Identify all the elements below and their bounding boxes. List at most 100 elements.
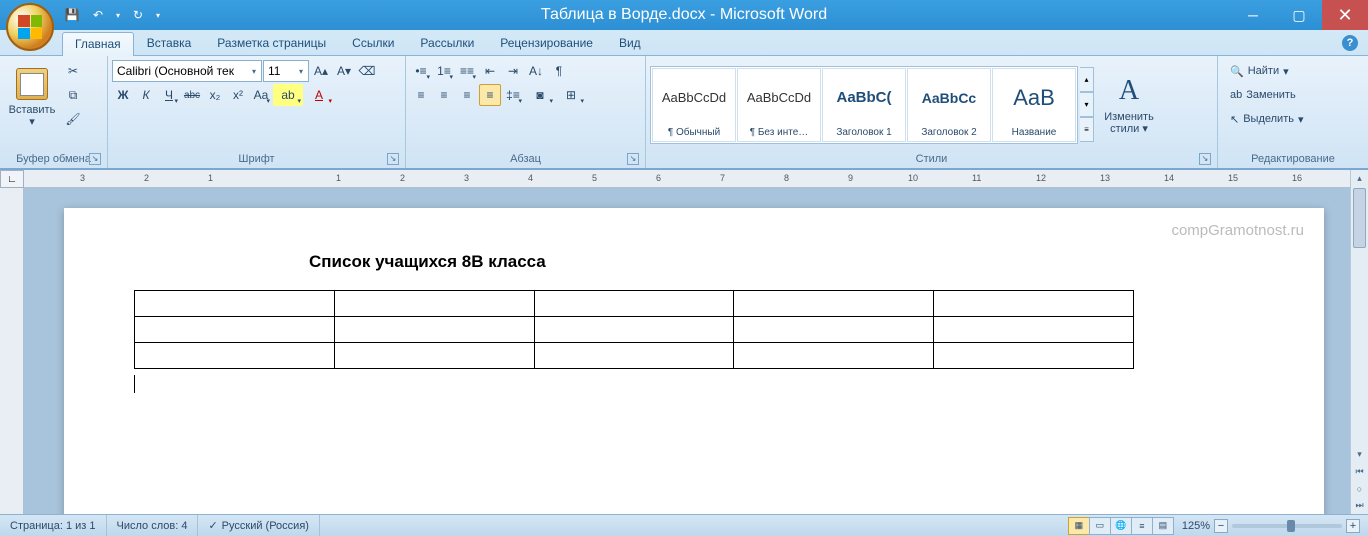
- status-words[interactable]: Число слов: 4: [107, 515, 199, 536]
- align-justify-icon[interactable]: ≡: [479, 84, 501, 106]
- scroll-down-icon[interactable]: ▾: [1351, 446, 1368, 463]
- highlight-button[interactable]: ab: [273, 84, 303, 106]
- tab-mailings[interactable]: Рассылки: [407, 31, 487, 55]
- window-controls: ─ ▢ ✕: [1230, 0, 1368, 30]
- style-heading2[interactable]: AaBbCcЗаголовок 2: [907, 68, 991, 142]
- styles-launcher-icon[interactable]: ↘: [1199, 153, 1211, 165]
- save-icon[interactable]: 💾: [60, 3, 84, 27]
- align-left-icon[interactable]: ≡: [410, 84, 432, 106]
- view-print-layout-icon[interactable]: ▦: [1068, 517, 1090, 535]
- document-scroll[interactable]: compGramotnost.ru Список учащихся 8В кла…: [24, 188, 1368, 514]
- font-launcher-icon[interactable]: ↘: [387, 153, 399, 165]
- find-button[interactable]: 🔍Найти ▾: [1224, 60, 1310, 82]
- clipboard-launcher-icon[interactable]: ↘: [89, 153, 101, 165]
- document-heading[interactable]: Список учащихся 8В класса: [309, 252, 1254, 272]
- status-bar: Страница: 1 из 1 Число слов: 4 ✓Русский …: [0, 514, 1368, 536]
- style-normal[interactable]: AaBbCcDd¶ Обычный: [652, 68, 736, 142]
- clear-format-icon[interactable]: ⌫: [356, 60, 378, 82]
- browse-object-icon[interactable]: ○: [1351, 480, 1368, 497]
- tab-view[interactable]: Вид: [606, 31, 654, 55]
- status-page[interactable]: Страница: 1 из 1: [0, 515, 107, 536]
- subscript-button[interactable]: x₂: [204, 84, 226, 106]
- strike-button[interactable]: abc: [181, 84, 203, 106]
- style-title[interactable]: AaBНазвание: [992, 68, 1076, 142]
- tab-home[interactable]: Главная: [62, 32, 134, 56]
- zoom-value[interactable]: 125%: [1182, 520, 1210, 532]
- maximize-button[interactable]: ▢: [1276, 0, 1322, 30]
- format-painter-icon[interactable]: 🖌: [62, 108, 84, 130]
- line-spacing-icon[interactable]: ‡≡: [502, 84, 524, 106]
- zoom-in-button[interactable]: +: [1346, 519, 1360, 533]
- view-outline-icon[interactable]: ≡: [1131, 517, 1153, 535]
- document-table[interactable]: [134, 290, 1134, 369]
- borders-icon[interactable]: ⊞: [556, 84, 586, 106]
- styles-more-icon[interactable]: ≡: [1080, 117, 1094, 142]
- view-draft-icon[interactable]: ▤: [1152, 517, 1174, 535]
- office-button[interactable]: [6, 3, 54, 51]
- spellcheck-icon: ✓: [208, 519, 217, 532]
- select-button[interactable]: ↖Выделить ▾: [1224, 108, 1310, 130]
- help-icon[interactable]: ?: [1342, 35, 1358, 51]
- undo-dropdown-icon[interactable]: ▾: [112, 3, 124, 27]
- font-family-combo[interactable]: Calibri (Основной тек▾: [112, 60, 262, 82]
- copy-icon[interactable]: ⧉: [62, 84, 84, 106]
- vertical-scrollbar[interactable]: ▴ ▾ ⏮ ○ ⏭: [1350, 170, 1368, 514]
- close-button[interactable]: ✕: [1322, 0, 1368, 30]
- page[interactable]: compGramotnost.ru Список учащихся 8В кла…: [64, 208, 1324, 514]
- bold-button[interactable]: Ж: [112, 84, 134, 106]
- align-center-icon[interactable]: ≡: [433, 84, 455, 106]
- view-reading-icon[interactable]: ▭: [1089, 517, 1111, 535]
- text-cursor: [134, 375, 135, 393]
- indent-dec-icon[interactable]: ⇤: [479, 60, 501, 82]
- replace-button[interactable]: abЗаменить: [1224, 84, 1310, 106]
- style-heading1[interactable]: AaBbC(Заголовок 1: [822, 68, 906, 142]
- undo-icon[interactable]: ↶: [86, 3, 110, 27]
- table-row[interactable]: [135, 291, 1134, 317]
- styles-up-icon[interactable]: ▴: [1080, 67, 1094, 92]
- underline-button[interactable]: Ч: [158, 84, 180, 106]
- paste-button[interactable]: Вставить ▾: [4, 58, 60, 138]
- font-size-combo[interactable]: 11▾: [263, 60, 309, 82]
- prev-page-icon[interactable]: ⏮: [1351, 463, 1368, 480]
- scroll-up-icon[interactable]: ▴: [1351, 170, 1368, 187]
- shading-icon[interactable]: ◙: [525, 84, 555, 106]
- scroll-thumb[interactable]: [1353, 188, 1366, 248]
- redo-icon[interactable]: ↻: [126, 3, 150, 27]
- multilevel-icon[interactable]: ≡≡: [456, 60, 478, 82]
- tab-review[interactable]: Рецензирование: [487, 31, 606, 55]
- cut-icon[interactable]: ✂: [62, 60, 84, 82]
- view-web-icon[interactable]: 🌐: [1110, 517, 1132, 535]
- change-styles-button[interactable]: A Изменить стили ▾: [1096, 65, 1162, 145]
- qat-customize-icon[interactable]: ▾: [152, 3, 164, 27]
- paragraph-launcher-icon[interactable]: ↘: [627, 153, 639, 165]
- tab-selector[interactable]: ∟: [0, 170, 24, 188]
- italic-button[interactable]: К: [135, 84, 157, 106]
- tab-references[interactable]: Ссылки: [339, 31, 407, 55]
- change-case-button[interactable]: Aa: [250, 84, 272, 106]
- status-language[interactable]: ✓Русский (Россия): [198, 515, 320, 536]
- tab-insert[interactable]: Вставка: [134, 31, 205, 55]
- show-marks-icon[interactable]: ¶: [548, 60, 570, 82]
- vertical-ruler[interactable]: ∟: [0, 170, 24, 514]
- group-paragraph: •≡ 1≡ ≡≡ ⇤ ⇥ A↓ ¶ ≡ ≡ ≡ ≡ ‡≡ ◙ ⊞ Абзац↘: [406, 56, 646, 168]
- indent-inc-icon[interactable]: ⇥: [502, 60, 524, 82]
- group-editing-label: Редактирование: [1222, 151, 1364, 168]
- next-page-icon[interactable]: ⏭: [1351, 497, 1368, 514]
- numbering-icon[interactable]: 1≡: [433, 60, 455, 82]
- zoom-slider[interactable]: [1232, 524, 1342, 528]
- styles-down-icon[interactable]: ▾: [1080, 92, 1094, 117]
- tab-page-layout[interactable]: Разметка страницы: [204, 31, 339, 55]
- grow-font-icon[interactable]: A▴: [310, 60, 332, 82]
- horizontal-ruler[interactable]: 321 123 456 789 101112 131415 1617: [24, 170, 1368, 188]
- sort-icon[interactable]: A↓: [525, 60, 547, 82]
- align-right-icon[interactable]: ≡: [456, 84, 478, 106]
- font-color-button[interactable]: A: [304, 84, 334, 106]
- superscript-button[interactable]: x²: [227, 84, 249, 106]
- bullets-icon[interactable]: •≡: [410, 60, 432, 82]
- table-row[interactable]: [135, 343, 1134, 369]
- style-no-spacing[interactable]: AaBbCcDd¶ Без инте…: [737, 68, 821, 142]
- shrink-font-icon[interactable]: A▾: [333, 60, 355, 82]
- minimize-button[interactable]: ─: [1230, 0, 1276, 30]
- zoom-out-button[interactable]: −: [1214, 519, 1228, 533]
- table-row[interactable]: [135, 317, 1134, 343]
